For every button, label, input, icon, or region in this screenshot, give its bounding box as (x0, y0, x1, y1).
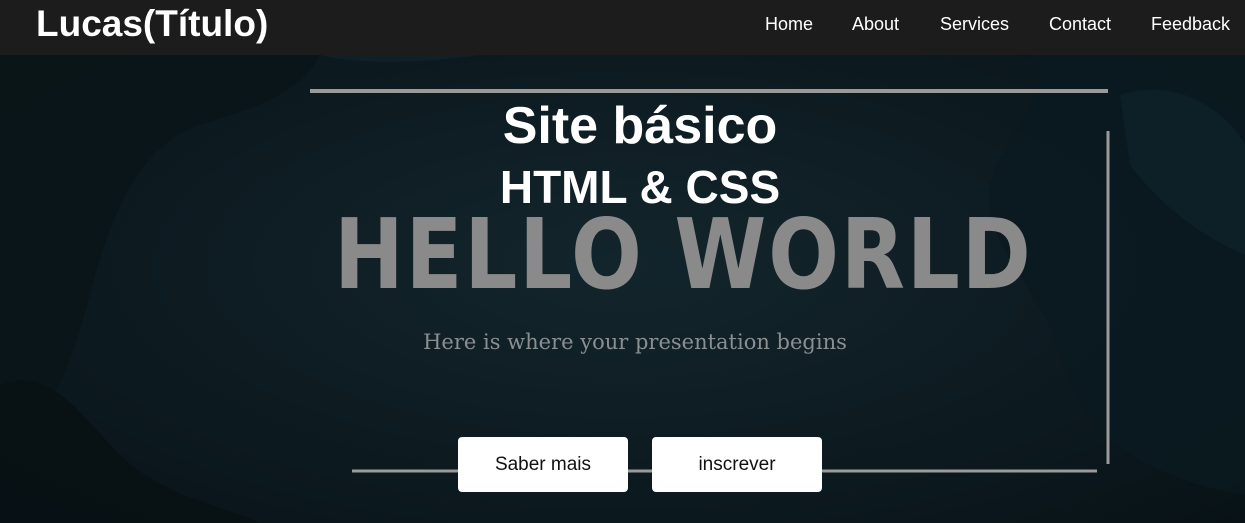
nav-link-home[interactable]: Home (765, 14, 813, 35)
hero-title: Site básico (502, 97, 778, 155)
nav-link-feedback[interactable]: Feedback (1151, 14, 1230, 35)
navbar: Lucas(Título) Home About Services Contac… (0, 0, 1245, 55)
saber-mais-button[interactable]: Saber mais (458, 437, 628, 492)
hero-subtitle: HTML & CSS (499, 161, 781, 213)
inscrever-button[interactable]: inscrever (652, 437, 822, 492)
hello-world-heading: HELLO WORLD (334, 198, 1033, 311)
hero-section: HELLO WORLD Here is where your presentat… (0, 55, 1245, 523)
presentation-caption: Here is where your presentation begins (423, 330, 847, 354)
nav-link-about[interactable]: About (852, 14, 899, 35)
nav-link-contact[interactable]: Contact (1049, 14, 1111, 35)
nav-links: Home About Services Contact Feedback (0, 0, 1245, 55)
nav-link-services[interactable]: Services (940, 14, 1009, 35)
